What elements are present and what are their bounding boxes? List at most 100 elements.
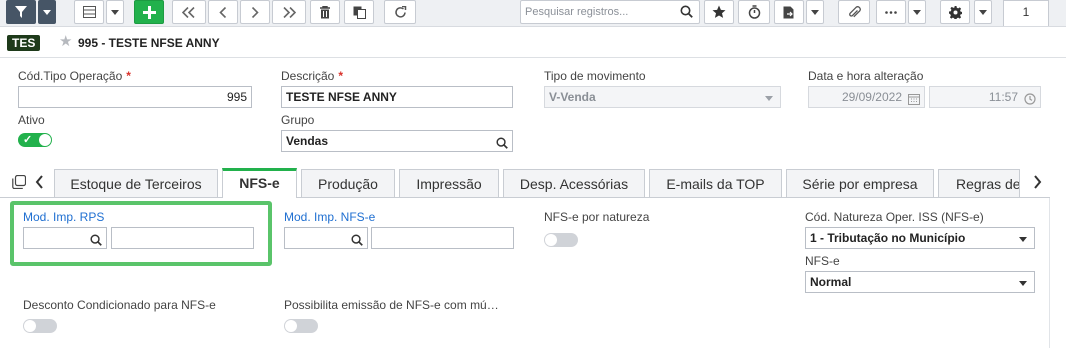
grid-dropdown[interactable] (106, 0, 124, 24)
toggle-knob (285, 320, 297, 332)
grupo-label: Grupo (281, 113, 315, 127)
filter-dropdown[interactable] (38, 0, 56, 24)
tab-nfse[interactable]: NFS-e (222, 168, 297, 198)
grid-button[interactable] (74, 0, 104, 24)
environment-badge: TES (7, 35, 41, 51)
chevron-down-icon (111, 9, 119, 15)
cod-natureza-value: 1 - Tributação no Município (810, 231, 966, 245)
mod-nfse-label: Mod. Imp. NFS-e (284, 210, 376, 224)
timer-icon (748, 5, 760, 19)
refresh-button[interactable] (384, 0, 416, 24)
search-box[interactable] (520, 0, 700, 24)
trash-icon (320, 5, 330, 18)
tabs-prev-icon[interactable] (35, 175, 44, 192)
mod-nfse-desc-field[interactable] (371, 227, 514, 249)
hora-value: 11:57 (988, 90, 1018, 104)
tab-desp-acessorias[interactable]: Desp. Acessórias (503, 169, 645, 198)
grid-icon (82, 6, 96, 18)
export-button[interactable] (774, 0, 804, 24)
descricao-field[interactable]: TESTE NFSE ANNY (281, 86, 513, 108)
desconto-label: Desconto Condicionado para NFS-e (23, 298, 216, 312)
clock-icon (1024, 91, 1036, 107)
search-icon[interactable] (351, 232, 363, 248)
grupo-value: Vendas (286, 134, 329, 148)
delete-button[interactable] (310, 0, 340, 24)
more-icon (885, 10, 897, 14)
toggle-knob (24, 320, 36, 332)
nfse-value: Normal (810, 275, 852, 289)
settings-button[interactable] (940, 0, 970, 24)
next-record-button[interactable] (240, 0, 270, 24)
mod-rps-label: Mod. Imp. RPS (23, 210, 105, 224)
chevron-down-icon (811, 9, 819, 15)
plus-icon (142, 5, 156, 19)
star-icon[interactable]: ★ (59, 34, 72, 50)
data-alteracao-field: 29/09/2022 (808, 86, 925, 108)
tab-impressao[interactable]: Impressão (399, 169, 499, 198)
data-alteracao-label: Data e hora alteração (808, 69, 924, 83)
chevron-down-icon (1019, 281, 1027, 286)
tab-serie-empresa[interactable]: Série por empresa (786, 169, 934, 198)
first-record-button[interactable] (172, 0, 206, 24)
tipo-mov-select[interactable]: V-Venda (544, 86, 781, 108)
more-button[interactable] (876, 0, 906, 24)
tipo-mov-value: V-Venda (549, 90, 596, 104)
search-icon[interactable] (496, 135, 508, 151)
ativo-toggle[interactable]: ✓ (18, 133, 52, 147)
tabs-next-icon[interactable] (1033, 175, 1042, 192)
mod-nfse-code-field[interactable] (284, 227, 368, 249)
panel-border (1049, 198, 1050, 348)
cod-tipo-field[interactable]: 995 (18, 86, 252, 108)
toggle-knob (39, 134, 51, 146)
calendar-icon (908, 91, 920, 107)
refresh-icon (394, 5, 406, 18)
search-icon[interactable] (90, 232, 102, 248)
tab-regras[interactable]: Regras de (938, 169, 1020, 198)
ativo-label: Ativo (18, 113, 45, 127)
gear-icon (948, 5, 962, 19)
chevron-down-icon (43, 9, 51, 15)
divider (0, 57, 1066, 58)
tab-estoque-terceiros[interactable]: Estoque de Terceiros (54, 169, 218, 198)
page-number[interactable]: 1 (1003, 0, 1049, 26)
required-mark: * (126, 69, 131, 83)
more-dropdown[interactable] (908, 0, 926, 24)
attach-button[interactable] (838, 0, 870, 24)
tabs-list-icon[interactable] (12, 174, 27, 192)
search-icon[interactable] (680, 5, 693, 21)
por-natureza-toggle[interactable] (544, 233, 578, 247)
timer-button[interactable] (738, 0, 770, 24)
desconto-toggle[interactable] (23, 319, 57, 333)
duplicate-button[interactable] (344, 0, 374, 24)
favorite-button[interactable] (704, 0, 734, 24)
last-record-button[interactable] (272, 0, 306, 24)
hora-alteracao-field: 11:57 (929, 86, 1041, 108)
descricao-label: Descrição * (281, 69, 344, 83)
settings-dropdown[interactable] (974, 0, 992, 24)
first-icon (182, 6, 195, 18)
cod-natureza-select[interactable]: 1 - Tributação no Município (805, 227, 1035, 249)
nfse-select[interactable]: Normal (805, 271, 1035, 293)
page-title: 995 - TESTE NFSE ANNY (78, 36, 220, 50)
tab-emails-top[interactable]: E-mails da TOP (649, 169, 782, 198)
mod-rps-code-field[interactable] (23, 227, 107, 249)
filter-button[interactable] (6, 0, 36, 24)
next-icon (251, 6, 259, 18)
last-icon (283, 6, 296, 18)
export-dropdown[interactable] (806, 0, 824, 24)
toggle-knob (545, 234, 557, 246)
por-natureza-label: NFS-e por natureza (544, 210, 650, 224)
prev-icon (219, 6, 227, 18)
search-input[interactable] (525, 4, 675, 20)
tab-producao[interactable]: Produção (301, 169, 395, 198)
add-button[interactable] (134, 0, 164, 24)
mod-rps-desc-field[interactable] (111, 227, 254, 249)
nfse-label: NFS-e (805, 254, 840, 268)
copy-icon (353, 6, 366, 19)
grupo-field[interactable]: Vendas (281, 130, 513, 152)
possibilita-toggle[interactable] (284, 319, 318, 333)
star-icon (712, 5, 726, 18)
cod-natureza-label: Cód. Natureza Oper. ISS (NFS-e) (805, 210, 984, 224)
prev-record-button[interactable] (208, 0, 238, 24)
check-icon: ✓ (23, 134, 33, 146)
